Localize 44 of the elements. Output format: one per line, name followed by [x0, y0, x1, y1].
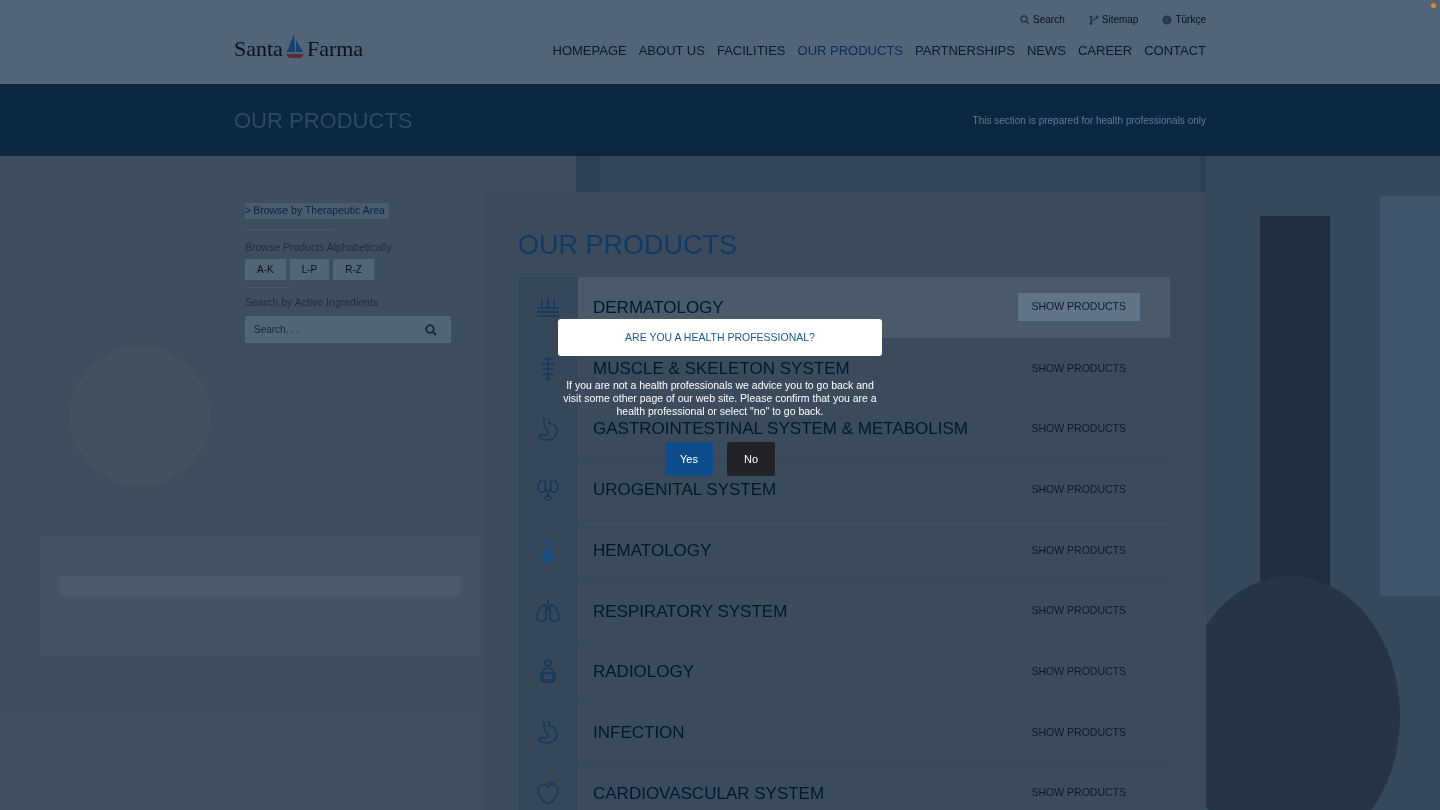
- globe-icon: [1162, 14, 1173, 25]
- search-icon: [424, 323, 437, 336]
- area-title: CARDIOVASCULAR SYSTEM: [593, 782, 825, 805]
- letter-range-button[interactable]: A-K: [245, 258, 286, 280]
- no-button[interactable]: No: [727, 442, 775, 476]
- heart-icon: [535, 779, 561, 806]
- nav-link[interactable]: FACILITIES: [716, 40, 786, 60]
- utility-link[interactable]: Search: [1020, 12, 1065, 27]
- nav-link[interactable]: NEWS: [1026, 40, 1066, 60]
- dialog-message: If you are not a health professionals we advice you to go back and visit some other page of our web site. Please confirm that you are a health professional or select "no" to go back.: [562, 379, 878, 418]
- utility-link[interactable]: Türkçe: [1162, 12, 1206, 27]
- letter-range-button[interactable]: R-Z: [333, 258, 374, 280]
- search-button[interactable]: [410, 316, 451, 344]
- nav-link[interactable]: CAREER: [1077, 40, 1133, 60]
- nav-link[interactable]: OUR PRODUCTS: [797, 40, 903, 60]
- therapeutic-area-link[interactable]: > Browse by Therapeutic Area: [245, 203, 389, 219]
- link-label: Browse by Therapeutic Area: [253, 203, 385, 218]
- show-products-link[interactable]: SHOW PRODUCTS: [1017, 293, 1140, 322]
- banner-note: This section is prepared for health professionals only: [972, 113, 1206, 128]
- area-title: RADIOLOGY: [593, 661, 695, 684]
- utility-link[interactable]: Sitemap: [1088, 12, 1139, 27]
- lungs-icon: [535, 597, 561, 624]
- area-title: UROGENITAL SYSTEM: [593, 479, 777, 502]
- branch-icon: [1088, 14, 1099, 25]
- yes-button[interactable]: Yes: [665, 442, 713, 476]
- search-field[interactable]: Search. . .: [245, 316, 410, 344]
- nav-link[interactable]: CONTACT: [1144, 40, 1206, 60]
- area-title: RESPIRATORY SYSTEM: [593, 600, 788, 623]
- area-title: MUSCLE & SKELETON SYSTEM: [593, 357, 850, 380]
- area-title: GASTROINTESTINAL SYSTEM & METABOLISM: [593, 418, 968, 441]
- kidneys-icon: [535, 476, 561, 503]
- area-title: DERMATOLOGY: [593, 296, 724, 319]
- dialog-title: ARE YOU A HEALTH PROFESSIONAL?: [625, 329, 815, 345]
- search-icon: [1020, 14, 1031, 25]
- logo[interactable]: Santa Farma: [234, 34, 364, 60]
- nav-link[interactable]: HOMEPAGE: [552, 40, 627, 60]
- area-title: INFECTION: [593, 721, 685, 744]
- nav-link[interactable]: ABOUT US: [638, 40, 705, 60]
- area-title: HEMATOLOGY: [593, 539, 712, 562]
- stomach-icon: [535, 719, 561, 746]
- nav-link[interactable]: PARTNERSHIPS: [915, 40, 1015, 60]
- chevron-icon: >: [245, 203, 252, 219]
- stomach-icon: [535, 415, 561, 442]
- sail-icon: [284, 34, 305, 60]
